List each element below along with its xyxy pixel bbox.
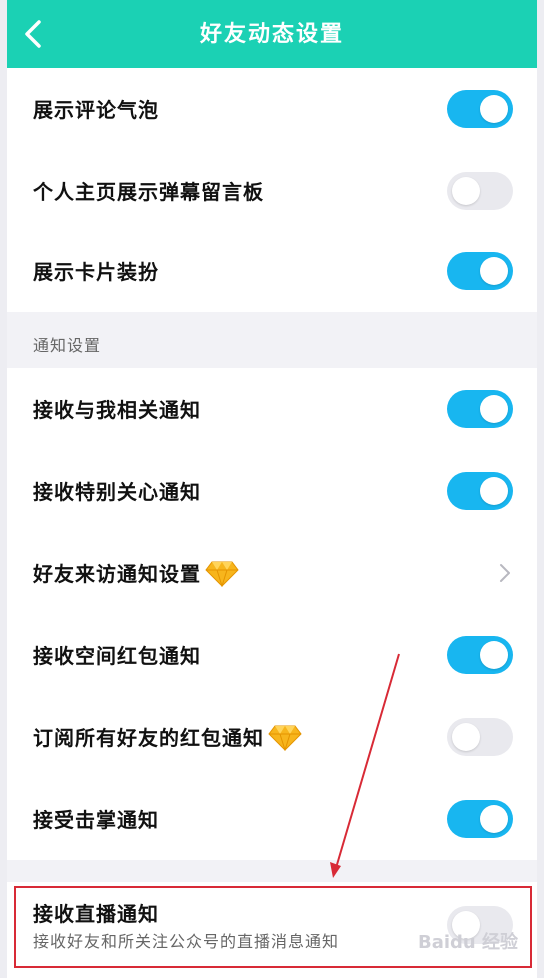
diamond-icon: [205, 561, 239, 587]
setting-row-comment-bubble: 展示评论气泡: [7, 68, 537, 150]
setting-row-all-friends-red-packet: 订阅所有好友的红包通知: [7, 696, 537, 778]
chevron-right-icon: [500, 564, 510, 582]
setting-row-card-decoration: 展示卡片装扮: [7, 230, 537, 312]
setting-label: 好友来访通知设置: [33, 558, 239, 587]
all-friends-red-packet-toggle[interactable]: [447, 718, 513, 756]
setting-label: 个人主页展示弹幕留言板: [33, 180, 264, 204]
top-bar: 好友动态设置: [7, 0, 537, 68]
settings-screen: 好友动态设置 展示评论气泡 个人主页展示弹幕留言板 展示卡片装扮 通知设置 接收…: [7, 0, 537, 978]
danmaku-board-toggle[interactable]: [447, 172, 513, 210]
setting-label: 展示评论气泡: [33, 98, 159, 122]
setting-row-red-packet-notify: 接收空间红包通知: [7, 614, 537, 696]
setting-label: 接受击掌通知: [33, 808, 159, 832]
section-title: 通知设置: [33, 336, 102, 355]
setting-row-danmaku-board: 个人主页展示弹幕留言板: [7, 150, 537, 232]
card-decoration-toggle[interactable]: [447, 252, 513, 290]
setting-label: 接收特别关心通知: [33, 480, 201, 504]
setting-label: 接收直播通知: [33, 902, 159, 926]
notify-section-header: 通知设置: [7, 312, 537, 368]
comment-bubble-toggle[interactable]: [447, 90, 513, 128]
setting-row-special-care-notify: 接收特别关心通知: [7, 450, 537, 532]
special-care-notify-toggle[interactable]: [447, 472, 513, 510]
setting-row-visitor-notify[interactable]: 好友来访通知设置: [7, 532, 537, 614]
page-title: 好友动态设置: [199, 22, 344, 47]
watermark: Baidu 经验: [418, 932, 519, 953]
related-notify-toggle[interactable]: [447, 390, 513, 428]
red-packet-notify-toggle[interactable]: [447, 636, 513, 674]
setting-label: 订阅所有好友的红包通知: [33, 722, 302, 751]
setting-description: 接收好友和所关注公众号的直播消息通知: [33, 932, 340, 951]
setting-label: 接收与我相关通知: [33, 398, 201, 422]
setting-label: 接收空间红包通知: [33, 644, 201, 668]
diamond-icon: [268, 725, 302, 751]
setting-label: 展示卡片装扮: [33, 260, 159, 284]
high-five-notify-toggle[interactable]: [447, 800, 513, 838]
setting-row-high-five-notify: 接受击掌通知: [7, 778, 537, 860]
setting-row-related-notify: 接收与我相关通知: [7, 368, 537, 450]
